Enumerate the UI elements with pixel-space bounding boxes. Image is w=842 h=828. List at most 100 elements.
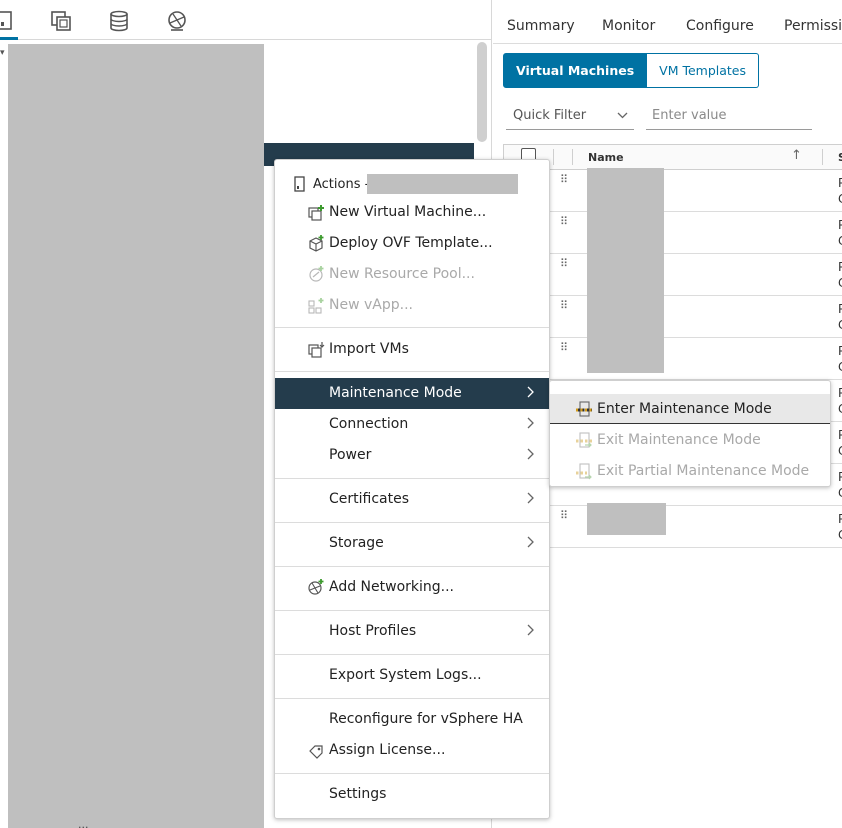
row-cell: P [838, 218, 842, 232]
menu-item-certificates[interactable]: Certificates [275, 484, 549, 515]
enter-maintenance-icon [576, 401, 592, 417]
column-header-state[interactable]: S [838, 151, 842, 164]
menu-item-exit-maintenance-mode[interactable]: Exit Maintenance Mode [550, 425, 830, 455]
vm-datagrid: Name ↑ S ⠿ P C ⠿ P C ⠿ P C ⠿ P C ⠿ P C [503, 144, 842, 548]
menu-divider [275, 478, 549, 479]
chevron-right-icon [527, 492, 534, 504]
row-cell: C [838, 444, 842, 458]
menu-item-new-vapp[interactable]: New vApp... [275, 290, 549, 321]
row-cell: C [838, 276, 842, 290]
row-cell: C [838, 192, 842, 206]
host-name-redacted [367, 174, 518, 194]
drag-handle-icon[interactable]: ⠿ [560, 342, 569, 353]
menu-item-label: Import VMs [329, 341, 409, 357]
drag-handle-icon[interactable]: ⠿ [560, 300, 569, 311]
column-header-name[interactable]: Name [588, 151, 624, 164]
row-cell: P [838, 176, 842, 190]
row-cell: C [838, 402, 842, 416]
storage-icon[interactable] [107, 8, 131, 34]
row-cell: C [838, 318, 842, 332]
chevron-right-icon [527, 386, 534, 398]
chevron-right-icon [527, 448, 534, 460]
drag-handle-icon[interactable]: ⠿ [560, 258, 569, 269]
menu-divider [275, 610, 549, 611]
tab-permissions[interactable]: Permissi [784, 18, 842, 34]
menu-item-reconfigure-vsphere-ha[interactable]: Reconfigure for vSphere HA [275, 704, 549, 735]
vms-and-templates-icon[interactable] [49, 8, 73, 34]
table-row[interactable]: ⠿ P C [504, 212, 842, 254]
tree-item-partial[interactable]: ... [78, 818, 89, 828]
menu-divider [275, 371, 549, 372]
menu-item-new-virtual-machine[interactable]: New Virtual Machine... [275, 197, 549, 228]
menu-divider [275, 327, 549, 328]
import-vms-icon [308, 342, 325, 358]
row-cell: C [838, 528, 842, 542]
tab-monitor[interactable]: Monitor [602, 18, 655, 34]
row-cell: C [838, 234, 842, 248]
menu-item-label: Deploy OVF Template... [329, 235, 493, 251]
menu-item-new-resource-pool[interactable]: New Resource Pool... [275, 259, 549, 290]
add-networking-icon [308, 579, 324, 595]
hosts-and-clusters-icon[interactable] [0, 8, 18, 34]
menu-divider [275, 566, 549, 567]
row-cell: C [838, 486, 842, 500]
inventory-tree-redacted [8, 44, 264, 828]
tab-configure[interactable]: Configure [686, 18, 754, 34]
menu-title: Actions - [313, 177, 370, 192]
drag-handle-icon[interactable]: ⠿ [560, 216, 569, 227]
submenu-item-label: Exit Maintenance Mode [597, 432, 761, 448]
exit-partial-maintenance-icon [576, 463, 592, 480]
new-vm-icon [308, 205, 324, 221]
menu-item-power[interactable]: Power [275, 440, 549, 471]
menu-item-assign-license[interactable]: Assign License... [275, 735, 549, 766]
menu-item-export-system-logs[interactable]: Export System Logs... [275, 660, 549, 691]
table-row[interactable]: ⠿ P C [504, 254, 842, 296]
menu-divider [275, 654, 549, 655]
menu-item-enter-maintenance-mode[interactable]: Enter Maintenance Mode [550, 394, 830, 424]
chevron-right-icon [527, 624, 534, 636]
drag-handle-icon[interactable]: ⠿ [560, 510, 569, 521]
tree-expand-caret-icon[interactable]: ▾ [0, 48, 5, 58]
table-row[interactable]: ⠿ P C [504, 338, 842, 380]
menu-item-exit-partial-maintenance-mode[interactable]: Exit Partial Maintenance Mode [550, 456, 830, 486]
row-cell: C [838, 360, 842, 374]
tree-scrollbar[interactable] [477, 42, 487, 142]
sort-ascending-icon[interactable]: ↑ [791, 148, 802, 163]
menu-item-settings[interactable]: Settings [275, 779, 549, 810]
host-icon [294, 176, 305, 192]
menu-header: Actions - [275, 172, 549, 198]
virtual-machines-button[interactable]: Virtual Machines [503, 53, 648, 88]
row-cell: P [838, 386, 842, 400]
menu-item-label: Add Networking... [329, 579, 455, 595]
maintenance-mode-submenu: Enter Maintenance Mode Exit Maintenance … [549, 380, 831, 487]
networking-icon[interactable] [165, 8, 189, 34]
menu-item-import-vms[interactable]: Import VMs [275, 334, 549, 365]
chevron-right-icon [527, 536, 534, 548]
vm-name-redacted [587, 503, 666, 535]
quick-filter-label: Quick Filter [513, 108, 587, 123]
menu-item-label: Host Profiles [329, 623, 417, 639]
vm-templates-button[interactable]: VM Templates [647, 53, 759, 88]
menu-item-maintenance-mode[interactable]: Maintenance Mode [275, 378, 549, 409]
vm-names-redacted [587, 168, 664, 373]
menu-divider [275, 522, 549, 523]
table-row[interactable]: ⠿ P C [504, 296, 842, 338]
table-row[interactable]: ⠿ P C [504, 170, 842, 212]
menu-item-connection[interactable]: Connection [275, 409, 549, 440]
menu-item-storage[interactable]: Storage [275, 528, 549, 559]
navigator-tabs [0, 0, 492, 40]
host-actions-menu: Actions - New Virtual Machine... Deploy … [274, 159, 550, 819]
row-cell: P [838, 302, 842, 316]
tab-summary[interactable]: Summary [507, 18, 575, 34]
drag-handle-icon[interactable]: ⠿ [560, 174, 569, 185]
menu-item-deploy-ovf-template[interactable]: Deploy OVF Template... [275, 228, 549, 259]
deploy-ovf-icon [309, 235, 324, 252]
menu-item-add-networking[interactable]: Add Networking... [275, 572, 549, 603]
filter-value-input[interactable] [646, 106, 812, 130]
column-separator [572, 149, 573, 165]
active-tab-indicator [0, 37, 18, 40]
menu-item-host-profiles[interactable]: Host Profiles [275, 616, 549, 647]
quick-filter-dropdown[interactable]: Quick Filter [506, 106, 634, 130]
menu-item-label: New vApp... [329, 297, 413, 313]
table-row[interactable]: ⠿ P C [504, 506, 842, 548]
